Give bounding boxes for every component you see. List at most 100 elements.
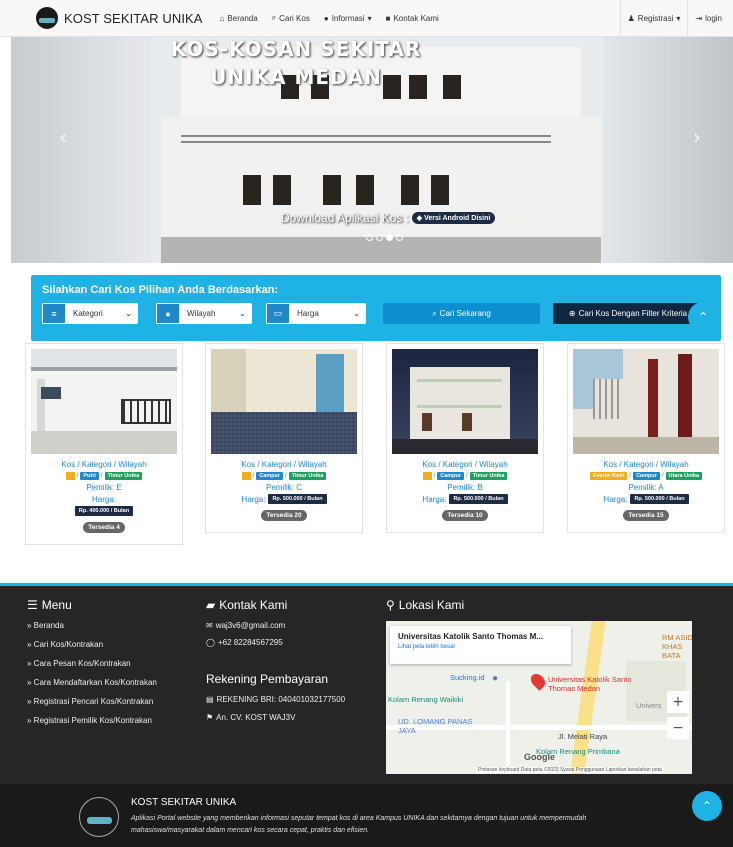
door (356, 175, 374, 205)
kos-owner: Pemilik: E (86, 483, 122, 492)
kos-card[interactable]: Kos / Kategori / Wilayah / Campur / Timur… (386, 343, 544, 533)
footer-phone[interactable]: ◯ +62 82284567295 (206, 638, 283, 647)
carousel-indicator[interactable] (376, 234, 383, 241)
search-title: Silahkan Cari Kos Pilihan Anda Berdasark… (42, 284, 279, 296)
map-larger-link[interactable]: Lihat peta lebih besar (398, 644, 563, 650)
android-download-badge[interactable]: ◆ Versi Android Disini (411, 212, 496, 224)
price-label: Harga: (91, 495, 116, 504)
navbar: KOST SEKITAR UNIKA ⌂ Beranda ⌕ Cari Kos ● I… (0, 0, 733, 37)
users-icon: ♟ (627, 13, 635, 23)
envelope-icon: ✉ (206, 621, 213, 630)
map-place-title: Universitas Katolik Santo Thomas M... (398, 632, 543, 641)
scroll-top-chevron-up-icon[interactable]: ⌃ (688, 302, 718, 332)
kos-card[interactable]: Kos / Kategori / Wilayah / Campur / Timur… (205, 343, 363, 533)
hero-title-line2: UNIKA MEDAN (210, 65, 382, 89)
kos-price: Rp. 400.000 / Bulan (74, 506, 134, 516)
footer-account-name-text: An. CV. KOST WAJ3V (216, 713, 296, 722)
nav-kontak[interactable]: ■ Kontak Kami (379, 0, 446, 37)
footer-account-text: REKENING BRI: 040401032177500 (216, 695, 346, 704)
kategori-value: Kategori (73, 309, 103, 318)
footer-email[interactable]: ✉ waj3v6@gmail.com (206, 621, 285, 630)
kos-card[interactable]: Kos / Kategori / Wilayah / Putri / Timur … (25, 343, 183, 545)
photo-floorline (417, 405, 502, 408)
nav-login[interactable]: ⇥ login (687, 0, 729, 37)
brand[interactable]: KOST SEKITAR UNIKA (36, 7, 203, 29)
tag-type: Campur (633, 472, 660, 480)
footer-contact-title-text: Kontak Kami (219, 598, 288, 612)
search-icon: ⌕ (432, 308, 437, 318)
bars-icon: ☰ (27, 598, 38, 612)
footer-contact-title: ▰ Kontak Kami (206, 598, 287, 612)
footer-menu-item[interactable]: » Cari Kos/Kontrakan (27, 640, 157, 659)
kos-tags: Evelyn Kost / Campur / Utara Unika (570, 472, 722, 480)
search-now-button[interactable]: ⌕ Cari Sekarang (383, 303, 540, 324)
footer-menu-item[interactable]: » Beranda (27, 621, 157, 640)
nav-cari-kos[interactable]: ⌕ Cari Kos (265, 0, 317, 37)
map-pin-icon[interactable] (528, 671, 548, 691)
photo-floor (573, 437, 719, 454)
carousel-indicator-active[interactable] (386, 234, 393, 241)
footer-menu-list: » Beranda » Cari Kos/Kontrakan » Cara Pe… (27, 621, 157, 735)
door (243, 175, 261, 205)
zoom-in-icon[interactable]: + (667, 691, 689, 713)
hero-title-line1: KOS-KOSAN SEKITAR (170, 37, 422, 61)
wilayah-select[interactable]: ● Wilayah ⌄ (156, 303, 252, 324)
android-badge-label: Versi Android Disini (424, 215, 491, 222)
search-plus-icon: ⊕ (568, 309, 576, 318)
map-label-pool: Kolam Renang Waikiki (388, 695, 464, 704)
filter-search-button[interactable]: ⊕ Cari Kos Dengan Filter Kriteria (553, 303, 703, 324)
bottom-bar: KOST SEKITAR UNIKA Aplikasi Portal websi… (0, 784, 733, 847)
nav-informasi[interactable]: ● Informasi ▾ (317, 0, 379, 37)
tag-type: Putri (80, 472, 99, 480)
phone-icon: ■ (385, 13, 391, 23)
kos-card[interactable]: Kos / Kategori / Wilayah Evelyn Kost / Ca… (567, 343, 725, 533)
android-icon: ◆ (416, 215, 425, 222)
map-info-card: Universitas Katolik Santo Thomas M... Li… (390, 626, 571, 664)
zoom-out-icon[interactable]: − (667, 717, 689, 739)
map-marker-icon: ⚲ (386, 598, 395, 612)
price-label: Harga: (603, 494, 628, 504)
photo-door (678, 354, 692, 449)
google-map[interactable]: Universitas Katolik Santo Thomas M... Li… (386, 621, 692, 774)
kos-owner: Pemilik: A (628, 483, 664, 492)
kos-category: Kos / Kategori / Wilayah (603, 460, 689, 469)
footer-menu-item-label: Cari Kos/Kontrakan (33, 640, 104, 649)
tag-name-empty (65, 472, 75, 480)
money-icon: ▭ (267, 304, 289, 323)
map-label-road: Jl. Melati Raya (558, 732, 608, 741)
nav-registrasi-label: Registrasi (637, 13, 674, 23)
bottom-title: KOST SEKITAR UNIKA (131, 797, 237, 808)
footer-menu-title: ☰ Menu (27, 598, 72, 612)
map-attribution[interactable]: Pintasan keyboard Data peta ©2023 Syarat… (476, 767, 664, 773)
carousel-caption: Download Aplikasi Kos : ◆ Versi Android … (281, 211, 496, 225)
footer-menu-item[interactable]: » Registrasi Pencari Kos/Kontrakan (27, 697, 157, 716)
chevron-down-icon: ⌄ (239, 309, 246, 318)
carousel-prev-icon[interactable]: ‹ (59, 125, 67, 149)
harga-select[interactable]: ▭ Harga ⌄ (266, 303, 366, 324)
scroll-top-chevron-up-icon[interactable]: ⌃ (692, 791, 722, 821)
list-icon: ≡ (43, 304, 65, 323)
hero-bg-left (11, 37, 151, 263)
nav-registrasi[interactable]: ♟ Registrasi ▾ (619, 0, 688, 37)
tag-separator: / (285, 473, 287, 479)
carousel-indicator[interactable] (366, 234, 373, 241)
footer-menu-item[interactable]: » Cara Mendaftarkan Kos/Kontrakan (27, 678, 157, 697)
wilayah-value: Wilayah (187, 309, 216, 318)
hero-title: KOS-KOSAN SEKITAR UNIKA MEDAN (156, 37, 436, 91)
caption-text: Download Aplikasi Kos (281, 211, 403, 225)
tag-separator: / (100, 473, 103, 479)
carousel-next-icon[interactable]: › (693, 125, 701, 149)
nav-beranda[interactable]: ⌂ Beranda (213, 0, 265, 37)
tag-separator: / (252, 473, 255, 479)
kategori-select[interactable]: ≡ Kategori ⌄ (42, 303, 138, 324)
flag-icon: ⚑ (206, 713, 214, 722)
kos-tags: / Campur / Timur Unika (389, 472, 541, 480)
footer-menu-item[interactable]: » Cara Pesan Kos/Kontrakan (27, 659, 157, 678)
carousel-indicator[interactable] (396, 234, 403, 241)
home-icon: ⌂ (219, 13, 225, 23)
footer-menu-item[interactable]: » Registrasi Pemilik Kos/Kontrakan (27, 716, 157, 735)
price-label: Harga: (241, 494, 266, 504)
tag-region: Utara Unika (665, 472, 703, 480)
search-now-label: Cari Sekarang (439, 309, 491, 318)
tag-separator: / (629, 473, 632, 479)
